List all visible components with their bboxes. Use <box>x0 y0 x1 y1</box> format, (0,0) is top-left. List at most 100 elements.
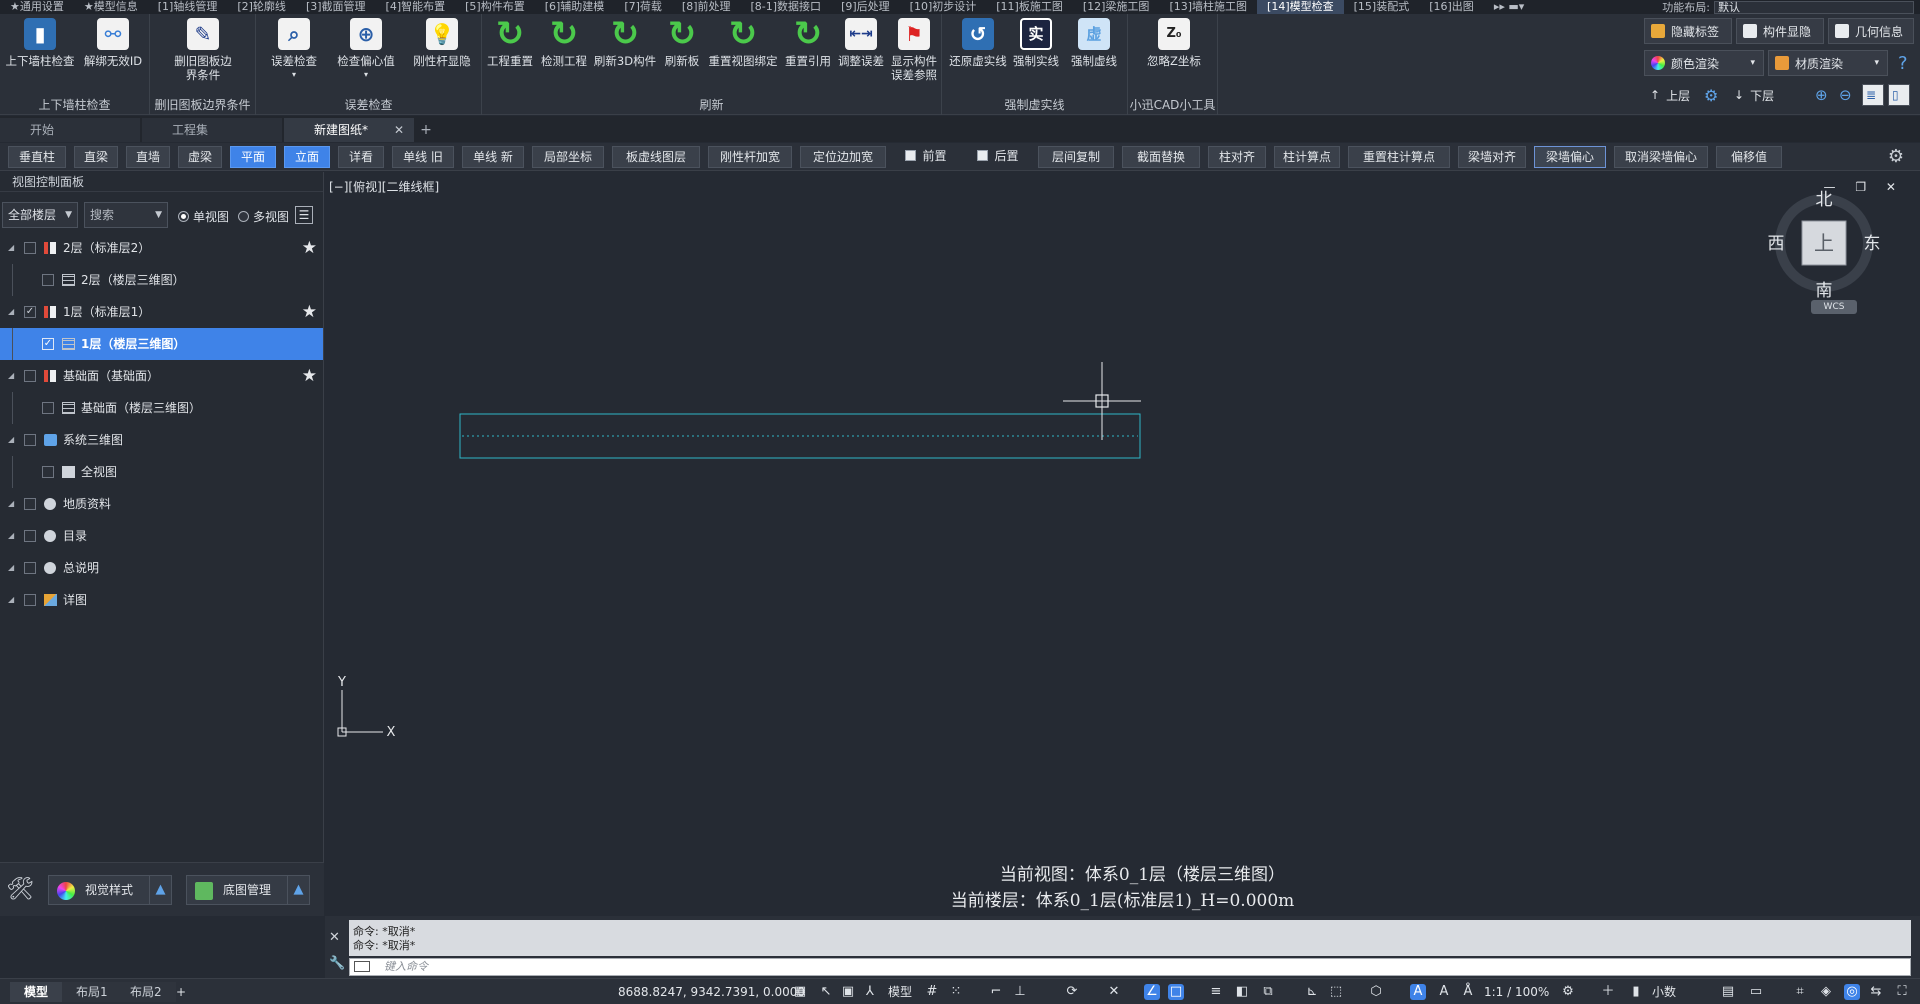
menu-item[interactable]: [10]初步设计 <box>900 0 987 14</box>
tree-checkbox[interactable] <box>24 370 36 382</box>
more-menus-icon[interactable]: ▸▸ ▬▾ <box>1484 0 1534 14</box>
monitor-icon[interactable]: ▭ <box>1748 984 1764 1000</box>
tree-checkbox[interactable] <box>24 594 36 606</box>
beam-wall-eccentric-button[interactable]: 梁墙偏心 <box>1534 146 1606 168</box>
help-button[interactable]: ? <box>1896 50 1916 76</box>
refresh-board-button[interactable]: ↻ 刷新板 <box>658 17 706 68</box>
expand-arrow-icon[interactable]: ◢ <box>8 307 14 316</box>
adjust-error-button[interactable]: ⇤⇥ 调整误差 <box>834 18 888 68</box>
expand-arrow-icon[interactable]: ◢ <box>8 563 14 572</box>
send-back-button[interactable]: 后置 <box>966 146 1030 168</box>
zoom-in-button[interactable]: ⊕ <box>1812 84 1834 106</box>
chevron-down-icon[interactable]: ▾ <box>262 68 326 82</box>
expand-arrow-icon[interactable]: ◢ <box>8 499 14 508</box>
star-icon[interactable]: ★ <box>302 238 317 258</box>
tree-checkbox[interactable] <box>42 466 54 478</box>
color-render-dropdown[interactable]: 颜色渲染 ▾ <box>1644 50 1764 76</box>
base-map-button[interactable]: 底图管理 ▲ <box>186 875 310 905</box>
expand-arrow-icon[interactable]: ◢ <box>8 371 14 380</box>
tab-project-set[interactable]: 工程集 <box>142 118 282 142</box>
checkbox[interactable] <box>905 150 917 161</box>
units-icon[interactable]: ▮ <box>1628 984 1644 1000</box>
zoom-out-button[interactable]: ⊖ <box>1836 84 1858 106</box>
menu-item[interactable]: [14]模型检查 <box>1257 0 1344 14</box>
virtual-beam-button[interactable]: 虚梁 <box>178 146 222 168</box>
visual-style-button[interactable]: 视觉样式 ▲ <box>48 875 172 905</box>
fullscreen-icon[interactable]: ⛶ <box>1894 984 1910 1000</box>
drawing-viewport[interactable]: [−][俯视][二维线框] — ❐ ✕ 上 北 南 东 西 WCS Y X 当前… <box>325 172 1920 916</box>
polar-icon[interactable]: ⟳ <box>1064 984 1080 1000</box>
project-reset-button[interactable]: ↻ 工程重置 <box>482 17 538 68</box>
check-eccentric-button[interactable]: ⊕ 检查偏心值 ▾ <box>334 18 398 82</box>
paper-icon[interactable]: ▣ <box>840 984 856 1000</box>
geometry-info-button[interactable]: 几何信息 <box>1828 18 1914 44</box>
straight-beam-button[interactable]: 直梁 <box>74 146 118 168</box>
tripod-icon[interactable]: ⅄ <box>862 984 878 1000</box>
tree-checkbox[interactable]: ✓ <box>24 306 36 318</box>
menu-item[interactable]: [11]板施工图 <box>986 0 1073 14</box>
beam-wall-align-button[interactable]: 梁墙对齐 <box>1458 146 1526 168</box>
layout-tab-layout1[interactable]: 布局1 <box>62 982 122 1002</box>
ucs-icon[interactable]: ⊾ <box>1304 984 1320 1000</box>
wrench-icon[interactable]: 🔧 <box>329 956 345 971</box>
grid-icon[interactable]: # <box>924 984 940 1000</box>
expand-arrow-icon[interactable]: ◢ <box>8 243 14 252</box>
menu-item[interactable]: [6]辅助建模 <box>535 0 615 14</box>
locate-edge-widen-button[interactable]: 定位边加宽 <box>800 146 886 168</box>
tab-start[interactable]: 开始 <box>0 118 140 142</box>
board-dashed-layer-button[interactable]: 板虚线图层 <box>612 146 700 168</box>
tree-item[interactable]: ✓ 1层（楼层三维图） <box>0 328 323 360</box>
tree-checkbox[interactable] <box>24 434 36 446</box>
menu-item[interactable]: [12]梁施工图 <box>1073 0 1160 14</box>
gear-icon[interactable]: ⚙ <box>1886 147 1906 167</box>
tree-item[interactable]: ◢ 总说明 <box>0 552 323 584</box>
scale-dropdown[interactable]: 1:1 / 100% <box>1484 983 1549 1001</box>
floor-copy-button[interactable]: 层间复制 <box>1038 146 1114 168</box>
menu-item[interactable]: [7]荷载 <box>614 0 672 14</box>
expand-arrow-icon[interactable]: ◢ <box>8 435 14 444</box>
force-dashed-button[interactable]: 虚 强制虚线 <box>1064 18 1124 68</box>
single-line-new-button[interactable]: 单线 新 <box>462 146 524 168</box>
hamburger-menu-icon[interactable]: ☰ <box>295 206 313 224</box>
up-floor-button[interactable]: ↑ 上层 <box>1644 82 1698 108</box>
column-calc-point-button[interactable]: 柱计算点 <box>1274 146 1340 168</box>
menu-item[interactable]: [8]前处理 <box>672 0 741 14</box>
menu-item[interactable]: [2]轮廓线 <box>227 0 296 14</box>
units-dropdown[interactable]: 小数 <box>1652 983 1676 1001</box>
tree-item[interactable]: ◢ 详图 <box>0 584 323 616</box>
model-space-toggle[interactable]: 模型 <box>888 983 912 1001</box>
detect-project-button[interactable]: ↻ 检测工程 <box>536 17 592 68</box>
wall-column-check-button[interactable]: ▮ 上下墙柱检查 <box>4 18 76 68</box>
osnap-icon[interactable]: ✕ <box>1106 984 1122 1000</box>
tree-item[interactable]: ◢ 目录 <box>0 520 323 552</box>
dotgrid-icon[interactable]: ⁙ <box>948 984 964 1000</box>
tree-checkbox[interactable] <box>24 562 36 574</box>
delete-old-board-button[interactable]: ✎ 删旧图板边界条件 <box>170 18 236 82</box>
tree-checkbox[interactable] <box>24 530 36 542</box>
restore-dashed-solid-button[interactable]: ↺ 还原虚实线 <box>946 18 1010 68</box>
command-input[interactable]: 键入命令 <box>349 958 1911 976</box>
menu-item[interactable]: [8-1]数据接口 <box>741 0 832 14</box>
tab-new-drawing[interactable]: 新建图纸* ✕ <box>284 118 414 142</box>
cancel-beam-wall-eccentric-button[interactable]: 取消梁墙偏心 <box>1614 146 1708 168</box>
menu-item[interactable]: [3]截面管理 <box>296 0 376 14</box>
menu-item[interactable]: [1]轴线管理 <box>148 0 228 14</box>
reset-column-calc-point-button[interactable]: 重置柱计算点 <box>1348 146 1450 168</box>
menu-item[interactable]: [16]出图 <box>1419 0 1484 14</box>
rigid-rod-widen-button[interactable]: 刚性杆加宽 <box>708 146 792 168</box>
down-floor-button[interactable]: ↓ 下层 <box>1728 82 1782 108</box>
snap-icon[interactable]: ⌐ <box>988 984 1004 1000</box>
tree-checkbox[interactable] <box>42 402 54 414</box>
add-tab-button[interactable]: + <box>416 118 436 142</box>
local-coordinate-button[interactable]: 局部坐标 <box>532 146 604 168</box>
tree-checkbox[interactable]: ✓ <box>42 338 54 350</box>
tree-checkbox[interactable] <box>42 274 54 286</box>
chevron-down-icon[interactable]: ▾ <box>334 68 398 82</box>
column-align-button[interactable]: 柱对齐 <box>1208 146 1266 168</box>
bring-front-button[interactable]: 前置 <box>894 146 958 168</box>
grid-snap-icon[interactable]: ▦ <box>792 984 808 1000</box>
section-replace-button[interactable]: 截面替换 <box>1122 146 1200 168</box>
customize-icon[interactable]: ⇆ <box>1868 984 1884 1000</box>
menu-item[interactable]: [4]智能布置 <box>376 0 456 14</box>
annotation-scale-icon[interactable]: A <box>1436 984 1452 1000</box>
